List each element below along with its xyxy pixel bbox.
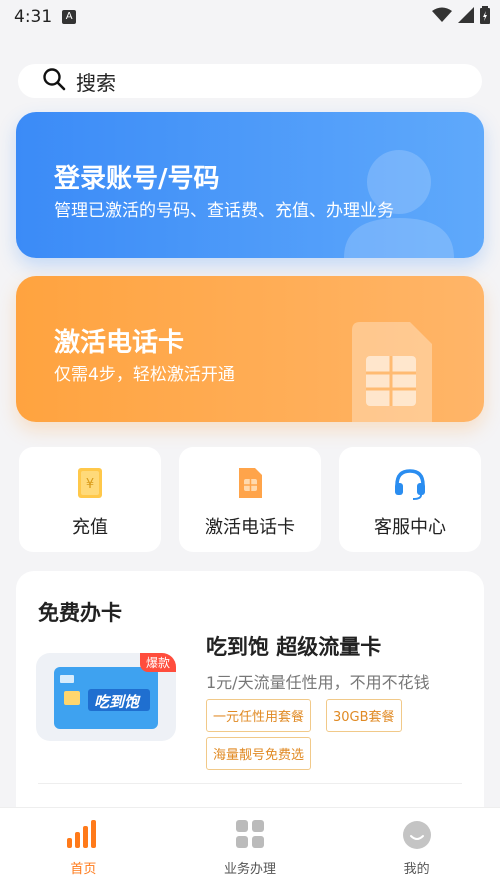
user-avatar-icon [344, 146, 454, 258]
sim-card-icon [352, 322, 432, 422]
tag-data: 30GB套餐 [326, 699, 402, 732]
product-title[interactable]: 吃到饱 超级流量卡 [206, 631, 381, 661]
free-card-title: 免费办卡 [38, 601, 122, 625]
bottom-tab-bar: 首页 业务办理 我的 [0, 807, 500, 888]
login-banner-title: 登录账号/号码 [54, 164, 220, 194]
sim-card-icon [237, 467, 263, 503]
wifi-icon [432, 7, 452, 27]
tab-mine[interactable]: 我的 [333, 808, 500, 888]
tab-home[interactable]: 首页 [0, 808, 167, 888]
tab-business-label: 业务办理 [224, 862, 277, 877]
quick-activate-card[interactable]: 激活电话卡 [179, 447, 321, 552]
grid-icon [236, 820, 264, 852]
search-icon [42, 67, 66, 95]
login-banner[interactable]: 登录账号/号码 管理已激活的号码、查话费、充值、办理业务 [16, 112, 484, 258]
quick-recharge-label: 充值 [72, 517, 108, 538]
free-card-section: 免费办卡 吃到饱 爆款 吃到饱 超级流量卡 1元/天流量任性用，不用不花钱 一元… [16, 571, 484, 831]
tag-plan: 一元任性用套餐 [206, 699, 312, 732]
tab-business[interactable]: 业务办理 [167, 808, 334, 888]
quick-customer-service[interactable]: 客服中心 [339, 447, 481, 552]
activate-banner-title: 激活电话卡 [54, 328, 185, 358]
quick-activate-card-label: 激活电话卡 [205, 517, 295, 538]
tab-mine-label: 我的 [403, 862, 430, 877]
quick-recharge[interactable]: ¥ 充值 [19, 447, 161, 552]
activate-banner-subtitle: 仅需4步，轻松激活开通 [54, 365, 235, 385]
accessibility-icon: A [62, 10, 77, 24]
battery-icon [480, 6, 490, 28]
headset-icon [393, 467, 427, 505]
status-bar: 4:31 A [0, 0, 500, 34]
login-banner-subtitle: 管理已激活的号码、查话费、充值、办理业务 [54, 201, 394, 221]
tag-number: 海量靓号免费选 [206, 737, 312, 770]
hot-badge: 爆款 [139, 653, 176, 672]
svg-text:¥: ¥ [86, 477, 94, 492]
status-time: 4:31 [14, 7, 53, 27]
product-description: 1元/天流量任性用，不用不花钱 [206, 673, 430, 692]
home-icon [66, 820, 100, 852]
product-image[interactable]: 吃到饱 爆款 [36, 653, 176, 741]
sim-card-text: 吃到饱 [94, 693, 140, 711]
quick-customer-service-label: 客服中心 [374, 517, 446, 538]
search-label: 搜索 [76, 70, 116, 95]
activate-banner[interactable]: 激活电话卡 仅需4步，轻松激活开通 [16, 276, 484, 422]
profile-icon [402, 820, 432, 854]
search-bar[interactable]: 搜索 [18, 64, 482, 98]
sim-card-image: 吃到饱 [54, 667, 158, 729]
signal-icon [458, 7, 474, 27]
divider [38, 783, 462, 784]
tab-home-label: 首页 [70, 862, 97, 877]
recharge-icon: ¥ [77, 467, 103, 503]
